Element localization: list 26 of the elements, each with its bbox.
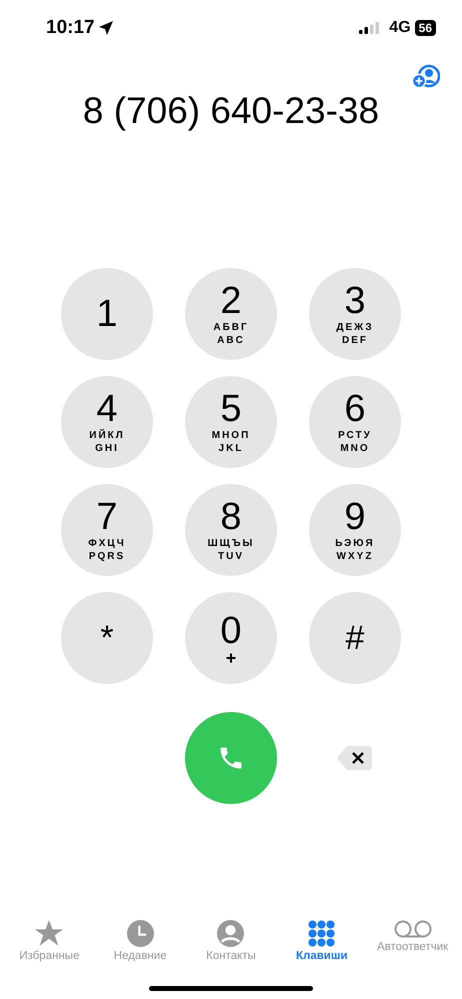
location-arrow-icon xyxy=(98,21,113,35)
person-icon xyxy=(217,920,244,947)
keypad-key[interactable]: 7 ФХЦЧ PQRS xyxy=(61,484,153,576)
battery-indicator: 56 xyxy=(414,20,436,36)
status-time: 10:17 xyxy=(46,17,95,39)
add-contact-icon[interactable] xyxy=(412,64,440,88)
keypad-key[interactable]: 9 ЬЭЮЯ WXYZ xyxy=(309,484,401,576)
clock-icon xyxy=(126,920,154,947)
keypad-key[interactable]: 1 xyxy=(61,268,153,360)
delete-button[interactable] xyxy=(337,745,373,771)
tab-item[interactable]: Клавиши xyxy=(276,920,367,962)
signal-icon xyxy=(359,22,380,34)
phone-number: 8 (706) 640-23-38 xyxy=(82,89,380,133)
keypad-key[interactable]: 8 ШЩЪЫ TUV xyxy=(185,484,277,576)
keypad-key[interactable]: 3 ДЕЖЗ DEF xyxy=(309,268,401,360)
keypad-key[interactable]: 6 РСТУ MNO xyxy=(309,376,401,468)
keypad-key[interactable]: 5 МНОП JKL xyxy=(185,376,277,468)
star-icon xyxy=(35,920,64,947)
keypad-key[interactable]: 0 + xyxy=(185,592,277,684)
keypad-icon xyxy=(308,920,336,947)
keypad-key[interactable]: 2 АБВГ ABC xyxy=(185,268,277,360)
keypad-key[interactable]: # xyxy=(309,592,401,684)
keypad-key[interactable]: 4 ИЙКЛ GHI xyxy=(61,376,153,468)
voicemail-icon xyxy=(394,920,432,938)
network-label: 4G xyxy=(389,19,411,37)
keypad-key[interactable]: * xyxy=(61,592,153,684)
